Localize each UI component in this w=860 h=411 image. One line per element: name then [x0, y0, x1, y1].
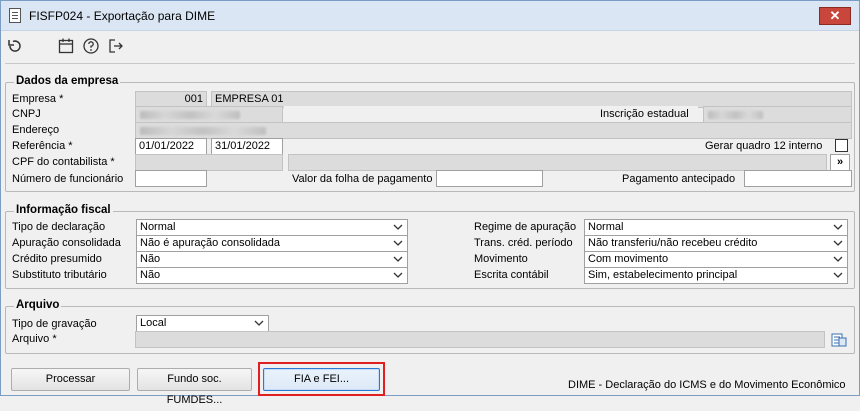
apuracao-consolidada-label: Apuração consolidada [12, 237, 121, 249]
chevron-down-icon [393, 240, 403, 246]
toolbar [1, 31, 859, 61]
chevron-down-icon [393, 272, 403, 278]
endereco-label: Endereço [12, 124, 60, 136]
regime-apuracao-select[interactable]: Normal [584, 219, 848, 236]
arquivo-label: Arquivo * [12, 333, 57, 345]
status-text: DIME - Declaração do ICMS e do Movimento… [568, 379, 846, 391]
cpf-contabilista-label: CPF do contabilista * [12, 156, 115, 168]
chevron-down-icon [833, 272, 843, 278]
arquivo-path-field[interactable] [135, 331, 825, 348]
referencia-label: Referência * [12, 140, 73, 152]
substituto-tributario-label: Substituto tributário [12, 269, 107, 281]
help-icon[interactable] [81, 36, 101, 56]
chevron-down-icon [833, 224, 843, 230]
contabilista-name-field [288, 154, 827, 171]
inscricao-estadual-label: Inscrição estadual [600, 108, 689, 120]
tipo-declaracao-select[interactable]: Normal [136, 219, 408, 236]
pagamento-antecipado-label: Pagamento antecipado [622, 173, 736, 185]
endereco-field [135, 122, 852, 139]
pagamento-antecipado-field[interactable] [744, 170, 852, 187]
document-icon [9, 8, 21, 23]
chevron-down-icon [254, 320, 264, 326]
selected-value: Local [140, 317, 167, 329]
group-title: Dados da empresa [14, 75, 121, 87]
fundo-fumdes-button[interactable]: Fundo soc. FUMDES... [137, 368, 252, 406]
selected-value: Não [140, 253, 161, 265]
exit-icon[interactable] [106, 36, 126, 56]
gerar-quadro-checkbox[interactable] [835, 139, 848, 152]
escrita-contabil-label: Escrita contábil [474, 269, 549, 281]
movimento-label: Movimento [474, 253, 528, 265]
browse-folder-icon[interactable] [829, 330, 849, 350]
selected-value: Não [140, 269, 161, 281]
toolbar-separator [5, 63, 855, 64]
num-funcionario-label: Número de funcionário [12, 173, 124, 185]
valor-folha-label: Valor da folha de pagamento [292, 173, 433, 185]
credito-presumido-select[interactable]: Não [136, 251, 408, 268]
selected-value: Não é apuração consolidada [140, 237, 281, 249]
group-title: Arquivo [14, 299, 62, 311]
selected-value: Normal [140, 221, 176, 233]
chevron-down-icon [393, 256, 403, 262]
calendar-icon[interactable] [56, 36, 76, 56]
referencia-end-field[interactable]: 31/01/2022 [211, 138, 283, 155]
cpf-contabilista-field[interactable] [135, 154, 283, 171]
gerar-quadro-label: Gerar quadro 12 interno [705, 140, 823, 152]
regime-apuracao-label: Regime de apuração [474, 221, 577, 233]
close-button[interactable]: ✕ [819, 7, 851, 25]
inscricao-estadual-field [703, 106, 852, 123]
substituto-tributario-select[interactable]: Não [136, 267, 408, 284]
referencia-start-field[interactable]: 01/01/2022 [135, 138, 207, 155]
num-funcionario-field[interactable] [135, 170, 207, 187]
tipo-gravacao-select[interactable]: Local [136, 315, 269, 332]
main-window: FISFP024 - Exportação para DIME ✕ Dados … [0, 0, 860, 406]
title-bar: FISFP024 - Exportação para DIME ✕ [1, 1, 859, 31]
chevron-down-icon [393, 224, 403, 230]
selected-value: Normal [588, 221, 624, 233]
tipo-gravacao-label: Tipo de gravação [12, 318, 97, 330]
movimento-select[interactable]: Com movimento [584, 251, 848, 268]
trans-cred-periodo-label: Trans. créd. período [474, 237, 573, 249]
window-title: FISFP024 - Exportação para DIME [29, 9, 216, 23]
undo-icon[interactable] [5, 36, 25, 56]
empresa-label: Empresa * [12, 93, 64, 105]
chevron-down-icon [833, 240, 843, 246]
escrita-contabil-select[interactable]: Sim, estabelecimento principal [584, 267, 848, 284]
selected-value: Com movimento [588, 253, 669, 265]
trans-cred-periodo-select[interactable]: Não transferiu/não recebeu crédito [584, 235, 848, 252]
cnpj-field [135, 106, 283, 123]
fia-fei-button[interactable]: FIA e FEI... [263, 368, 380, 391]
valor-folha-field[interactable] [436, 170, 543, 187]
more-button[interactable]: » [830, 154, 850, 171]
selected-value: Não transferiu/não recebeu crédito [588, 237, 758, 249]
group-title: Informação fiscal [14, 204, 113, 216]
selected-value: Sim, estabelecimento principal [588, 269, 738, 281]
processar-button[interactable]: Processar [11, 368, 130, 391]
credito-presumido-label: Crédito presumido [12, 253, 102, 265]
cnpj-label: CNPJ [12, 108, 41, 120]
tipo-declaracao-label: Tipo de declaração [12, 221, 106, 233]
apuracao-consolidada-select[interactable]: Não é apuração consolidada [136, 235, 408, 252]
chevron-down-icon [833, 256, 843, 262]
